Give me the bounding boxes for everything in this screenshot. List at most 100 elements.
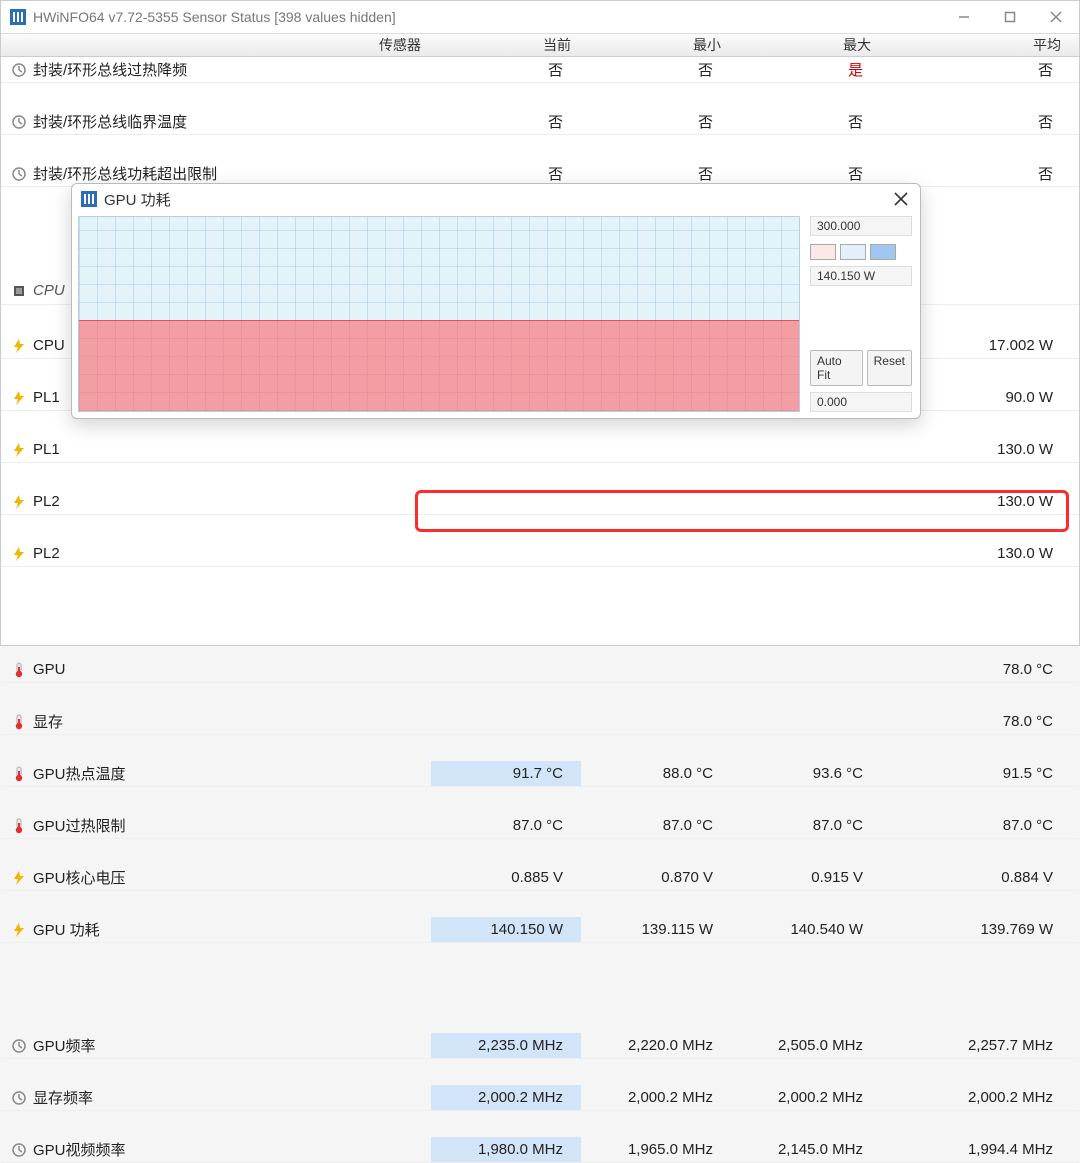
chart-area[interactable] — [78, 216, 800, 412]
sensor-row[interactable]: GPU78.0 °C — [1, 657, 1079, 683]
minimize-button[interactable] — [941, 1, 987, 33]
sensor-label: GPU 功耗 — [33, 919, 100, 940]
autofit-button[interactable]: Auto Fit — [810, 350, 863, 386]
cell-cur: 否 — [431, 109, 581, 134]
cell-cur: 87.0 °C — [431, 813, 581, 838]
therm-icon — [11, 662, 27, 678]
cell-cur: 1,980.0 MHz — [431, 1137, 581, 1162]
cell-max: 否 — [731, 109, 881, 134]
titlebar[interactable]: HWiNFO64 v7.72-5355 Sensor Status [398 v… — [1, 1, 1079, 33]
cell-min: 否 — [581, 57, 731, 82]
bolt-icon — [11, 922, 27, 938]
bolt-icon — [11, 494, 27, 510]
sensor-row[interactable] — [1, 969, 1079, 1001]
cell-avg: 2,000.2 MHz — [881, 1085, 1071, 1110]
sensor-label: 封装/环形总线功耗超出限制 — [33, 163, 217, 184]
maximize-button[interactable] — [987, 1, 1033, 33]
sensor-row[interactable]: 封装/环形总线临界温度否否否否 — [1, 109, 1079, 135]
col-avg[interactable]: 平均 — [881, 34, 1071, 56]
reset-button[interactable]: Reset — [867, 350, 912, 386]
cell-max: 2,505.0 MHz — [731, 1033, 881, 1058]
main-window: HWiNFO64 v7.72-5355 Sensor Status [398 v… — [0, 0, 1080, 646]
clock-icon — [11, 1142, 27, 1158]
popup-titlebar[interactable]: GPU 功耗 — [72, 184, 920, 214]
clock-icon — [11, 1090, 27, 1106]
sensor-label: PL1 — [33, 389, 60, 406]
bolt-icon — [11, 390, 27, 406]
sensor-row[interactable] — [1, 593, 1079, 625]
sensor-row[interactable]: GPU频率2,235.0 MHz2,220.0 MHz2,505.0 MHz2,… — [1, 1033, 1079, 1059]
sensor-label: CPU — [33, 282, 65, 299]
sensor-row[interactable]: GPU核心电压0.885 V0.870 V0.915 V0.884 V — [1, 865, 1079, 891]
cell-avg: 91.5 °C — [881, 761, 1071, 786]
sensor-row[interactable]: PL2130.0 W — [1, 541, 1079, 567]
popup-close-button[interactable] — [888, 188, 914, 210]
legend-swatch[interactable] — [870, 244, 896, 260]
cell-cur: 否 — [431, 57, 581, 82]
col-sensor[interactable]: 传感器 — [1, 34, 431, 56]
cell-max: 2,000.2 MHz — [731, 1085, 881, 1110]
sensor-label: 封装/环形总线过热降频 — [33, 59, 187, 80]
col-current[interactable]: 当前 — [431, 34, 581, 56]
chart-current-value: 140.150 W — [810, 266, 912, 286]
cell-cur: 0.885 V — [431, 865, 581, 890]
cell-min: 87.0 °C — [581, 813, 731, 838]
cell-avg: 78.0 °C — [881, 657, 1071, 682]
cell-min: 0.870 V — [581, 865, 731, 890]
cell-avg: 78.0 °C — [881, 709, 1071, 734]
sensor-row[interactable]: 封装/环形总线过热降频否否是否 — [1, 57, 1079, 83]
sensor-row[interactable]: GPU 功耗140.150 W139.115 W140.540 W139.769… — [1, 917, 1079, 943]
therm-icon — [11, 714, 27, 730]
sensor-label: GPU频率 — [33, 1035, 96, 1056]
sensor-row[interactable]: GPU过热限制87.0 °C87.0 °C87.0 °C87.0 °C — [1, 813, 1079, 839]
clock-icon — [11, 166, 27, 182]
cell-max: 87.0 °C — [731, 813, 881, 838]
sensor-row[interactable]: PL1 130.0 W — [1, 437, 1079, 463]
chart-legend — [810, 244, 912, 260]
sensor-label: GPU热点温度 — [33, 763, 126, 784]
cell-max: 0.915 V — [731, 865, 881, 890]
bolt-icon — [11, 338, 27, 354]
chip-icon — [11, 283, 27, 299]
cell-avg: 130.0 W — [881, 437, 1071, 462]
cell-min: 2,220.0 MHz — [581, 1033, 731, 1058]
sensor-row[interactable]: GPU热点温度91.7 °C88.0 °C93.6 °C91.5 °C — [1, 761, 1079, 787]
cell-max: 是 — [731, 57, 881, 82]
close-button[interactable] — [1033, 1, 1079, 33]
cell-cur: 2,000.2 MHz — [431, 1085, 581, 1110]
window-controls — [941, 1, 1079, 33]
popup-body: 300.000 140.150 W Auto Fit Reset 0.000 — [76, 214, 916, 414]
chart-fill — [79, 320, 799, 411]
chart-ymax: 300.000 — [810, 216, 912, 236]
sensor-row[interactable]: 显存频率2,000.2 MHz2,000.2 MHz2,000.2 MHz2,0… — [1, 1085, 1079, 1111]
cell-max: 2,145.0 MHz — [731, 1137, 881, 1162]
therm-icon — [11, 766, 27, 782]
app-icon — [80, 190, 98, 208]
chart-ymin: 0.000 — [810, 392, 912, 412]
legend-swatch[interactable] — [840, 244, 866, 260]
sensor-row[interactable]: PL2130.0 W — [1, 489, 1079, 515]
cell-avg: 87.0 °C — [881, 813, 1071, 838]
cell-avg: 130.0 W — [881, 489, 1071, 514]
clock-icon — [11, 114, 27, 130]
therm-icon — [11, 818, 27, 834]
cell-min: 2,000.2 MHz — [581, 1085, 731, 1110]
sensor-row[interactable]: 显存78.0 °C — [1, 709, 1079, 735]
col-min[interactable]: 最小 — [581, 34, 731, 56]
cell-avg: 否 — [881, 57, 1071, 82]
sensor-row[interactable]: GPU视频频率1,980.0 MHz1,965.0 MHz2,145.0 MHz… — [1, 1137, 1079, 1163]
col-max[interactable]: 最大 — [731, 34, 881, 56]
bolt-icon — [11, 442, 27, 458]
clock-icon — [11, 62, 27, 78]
cell-cur: 2,235.0 MHz — [431, 1033, 581, 1058]
sensor-label: PL1 — [33, 441, 60, 458]
cell-min: 88.0 °C — [581, 761, 731, 786]
legend-swatch[interactable] — [810, 244, 836, 260]
chart-sidebar: 300.000 140.150 W Auto Fit Reset 0.000 — [806, 214, 916, 414]
bolt-icon — [11, 546, 27, 562]
graph-popup[interactable]: GPU 功耗 300.000 140.150 W Auto Fit Reset — [71, 183, 921, 419]
sensor-label: CPU — [33, 337, 65, 354]
window-title: HWiNFO64 v7.72-5355 Sensor Status [398 v… — [33, 9, 396, 25]
sensor-label: GPU过热限制 — [33, 815, 126, 836]
cell-avg: 139.769 W — [881, 917, 1071, 942]
